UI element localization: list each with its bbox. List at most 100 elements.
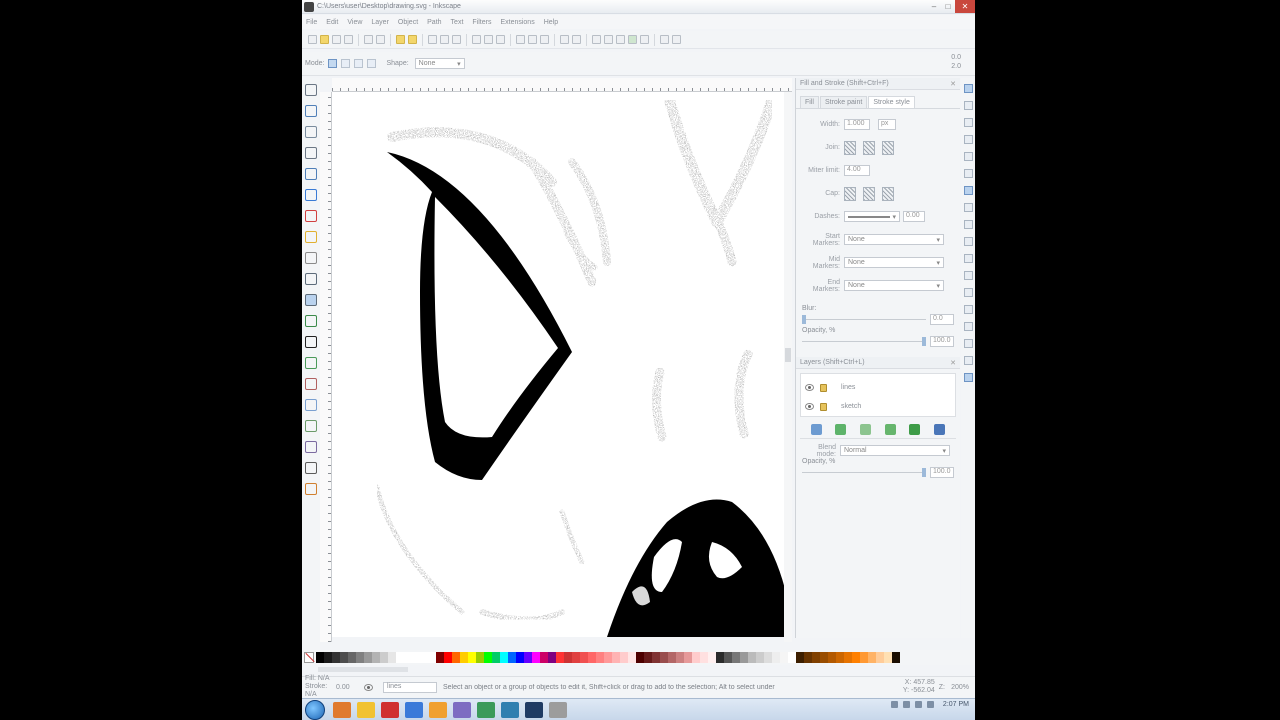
no-paint-swatch[interactable] [304, 652, 314, 663]
color-swatch[interactable] [860, 652, 868, 663]
color-swatch[interactable] [716, 652, 724, 663]
opacity-knob[interactable] [922, 337, 926, 346]
color-swatch[interactable] [668, 652, 676, 663]
opacity-spinner[interactable]: 0.00 [336, 684, 364, 691]
bevel-join-icon[interactable] [882, 140, 894, 155]
shape-dropdown[interactable]: None ▾ [414, 58, 465, 69]
export-icon[interactable] [376, 35, 385, 44]
align-icon[interactable] [640, 35, 649, 44]
color-swatch[interactable] [644, 652, 652, 663]
inkscape-taskbar-icon[interactable] [525, 701, 543, 718]
app-icon[interactable] [477, 701, 495, 718]
blend-mode-dropdown[interactable]: Normal ▾ [840, 445, 950, 456]
start-marker-dropdown[interactable]: None ▾ [844, 234, 944, 245]
color-swatch[interactable] [756, 652, 764, 663]
color-swatch[interactable] [484, 652, 492, 663]
menu-view[interactable]: View [347, 19, 362, 26]
color-swatch[interactable] [348, 652, 356, 663]
color-swatch[interactable] [732, 652, 740, 663]
color-swatch[interactable] [316, 652, 324, 663]
text-font-icon[interactable] [604, 35, 613, 44]
raise-layer-icon[interactable] [860, 424, 872, 435]
zoom-page-icon[interactable] [496, 35, 505, 44]
maximize-icon[interactable]: □ [941, 0, 955, 13]
volume-icon[interactable] [914, 701, 922, 708]
round-cap-icon[interactable] [863, 186, 875, 201]
color-swatch[interactable] [700, 652, 708, 663]
snap-toggle-icon[interactable] [963, 237, 973, 246]
color-swatch[interactable] [828, 652, 836, 663]
color-swatch[interactable] [532, 652, 540, 663]
color-swatch[interactable] [388, 652, 396, 663]
blur-knob[interactable] [802, 315, 806, 324]
color-swatch[interactable] [460, 652, 468, 663]
eye-icon[interactable] [364, 683, 373, 691]
raise-to-top-icon[interactable] [835, 424, 847, 435]
color-swatch[interactable] [404, 652, 412, 663]
snap-toggle-icon[interactable] [963, 356, 973, 365]
color-swatch[interactable] [516, 652, 524, 663]
undo-icon[interactable] [396, 35, 405, 44]
end-marker-dropdown[interactable]: None ▾ [844, 280, 944, 291]
color-swatch[interactable] [708, 652, 716, 663]
color-swatch[interactable] [356, 652, 364, 663]
blur-slider[interactable]: 0.0 [802, 314, 954, 325]
snap-toggle-icon[interactable] [963, 118, 973, 127]
color-swatch[interactable] [556, 652, 564, 663]
zoom-drawing-icon[interactable] [484, 35, 493, 44]
color-swatch[interactable] [604, 652, 612, 663]
color-swatch[interactable] [876, 652, 884, 663]
dash-offset-input[interactable]: 0.00 [903, 211, 925, 222]
node-icon[interactable] [305, 105, 317, 117]
zoom-selection-icon[interactable] [472, 35, 481, 44]
vertical-ruler[interactable] [320, 92, 332, 642]
ungroup-icon[interactable] [572, 35, 581, 44]
snap-toggle-icon[interactable] [963, 169, 973, 178]
rectangle-icon[interactable] [305, 168, 317, 180]
color-swatch[interactable] [396, 652, 404, 663]
star-icon[interactable] [305, 231, 317, 243]
lock-icon[interactable] [820, 383, 827, 392]
calligraphy-icon[interactable] [305, 315, 317, 327]
document-properties-icon[interactable] [672, 35, 681, 44]
menu-edit[interactable]: Edit [326, 19, 338, 26]
tab-fill[interactable]: Fill [800, 96, 819, 108]
tray-arrow-icon[interactable] [890, 701, 898, 708]
color-swatch[interactable] [804, 652, 812, 663]
text-icon[interactable] [305, 336, 317, 348]
snap-toggle-icon[interactable] [963, 186, 973, 195]
menu-help[interactable]: Help [544, 19, 558, 26]
gradient-icon[interactable] [305, 420, 317, 432]
explorer-icon[interactable] [357, 701, 375, 718]
xml-editor-icon[interactable] [628, 35, 637, 44]
menu-object[interactable]: Object [398, 19, 418, 26]
snap-toggle-icon[interactable] [963, 135, 973, 144]
horizontal-ruler[interactable] [332, 78, 792, 92]
color-swatch[interactable] [380, 652, 388, 663]
color-swatch[interactable] [588, 652, 596, 663]
color-swatch[interactable] [612, 652, 620, 663]
app-icon[interactable] [549, 701, 567, 718]
color-swatch[interactable] [324, 652, 332, 663]
layer-opacity-knob[interactable] [922, 468, 926, 477]
lock-icon[interactable] [820, 402, 827, 411]
unlink-clone-icon[interactable] [540, 35, 549, 44]
menu-layer[interactable]: Layer [371, 19, 389, 26]
color-swatch[interactable] [468, 652, 476, 663]
dash-pattern-dropdown[interactable]: ▾ [844, 211, 900, 222]
color-swatch[interactable] [428, 652, 436, 663]
close-icon[interactable]: ✕ [955, 0, 975, 13]
app-icon[interactable] [501, 701, 519, 718]
width-input[interactable]: 1.000 [844, 119, 870, 130]
tweak-icon[interactable] [305, 126, 317, 138]
close-panel-icon[interactable]: ✕ [950, 359, 956, 367]
spiral-icon[interactable] [305, 252, 317, 264]
group-icon[interactable] [560, 35, 569, 44]
snap-toggle-icon[interactable] [963, 254, 973, 263]
miter-input[interactable]: 4.00 [844, 165, 870, 176]
color-swatch[interactable] [820, 652, 828, 663]
import-icon[interactable] [364, 35, 373, 44]
pencil-icon[interactable] [305, 273, 317, 285]
copy-icon[interactable] [428, 35, 437, 44]
round-join-icon[interactable] [863, 140, 875, 155]
